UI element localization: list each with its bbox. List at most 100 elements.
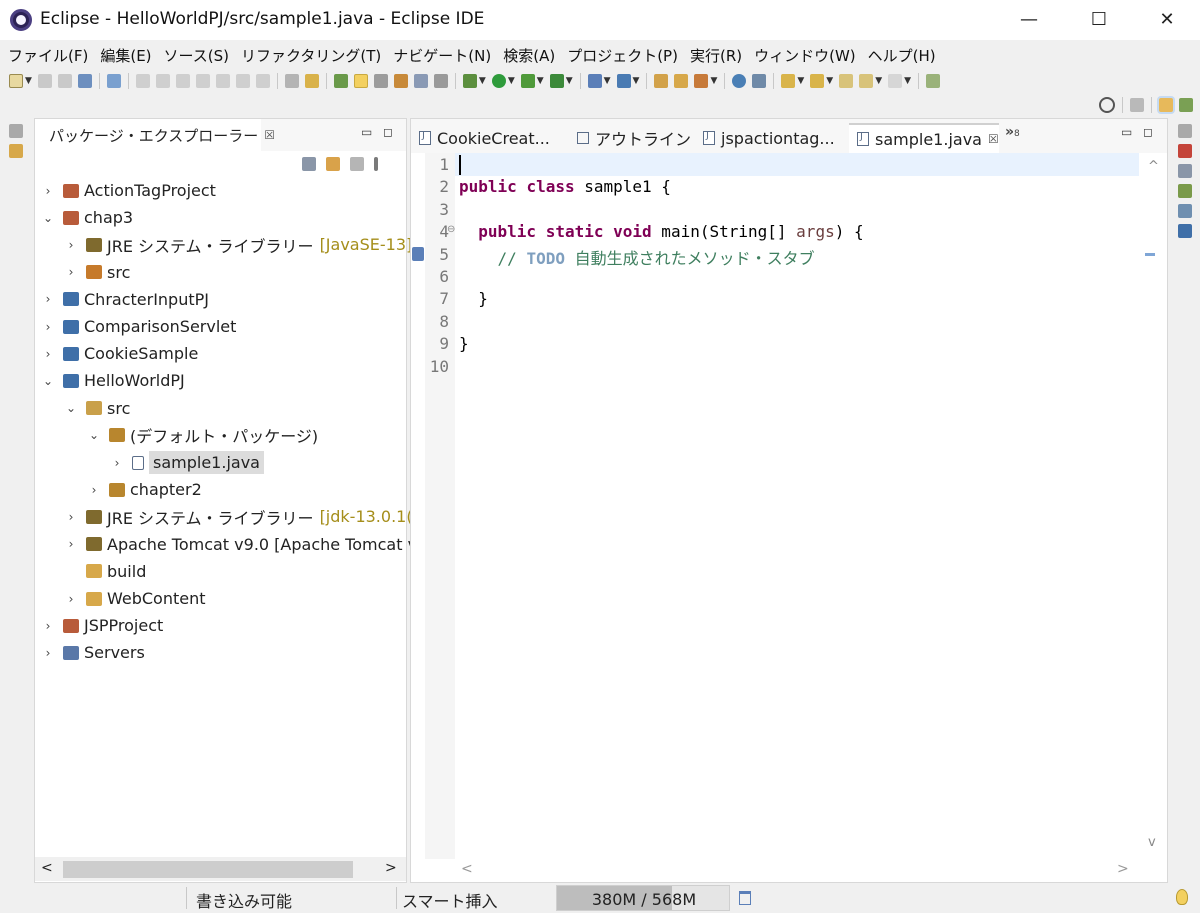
vertical-scrollbar[interactable]: ^ v — [1139, 153, 1167, 859]
tab-package-explorer[interactable]: パッケージ・エクスプローラー ☒ — [35, 119, 275, 151]
tree-item[interactable]: › JRE システム・ライブラリー [jdk-13.0.1(2)] — [64, 503, 436, 530]
show-whitespace-icon[interactable] — [413, 74, 428, 88]
expanded-chevron-icon[interactable]: ⌄ — [41, 374, 55, 388]
markers-icon[interactable] — [1178, 144, 1192, 158]
open-folder-icon[interactable] — [674, 74, 689, 88]
open-perspective-icon[interactable] — [1130, 98, 1144, 112]
tree-item[interactable]: › ActionTagProject — [41, 177, 216, 204]
tab-cookiecreat[interactable]: CookieCreat... — [411, 123, 558, 153]
debug-icon[interactable] — [462, 74, 477, 88]
suspend-icon[interactable] — [155, 74, 170, 88]
menu-source[interactable]: ソース(S) — [164, 45, 229, 66]
collapsed-chevron-icon[interactable]: › — [87, 483, 101, 497]
tree-item[interactable]: › ChracterInputPJ — [41, 286, 209, 313]
back-icon[interactable] — [859, 74, 874, 88]
expanded-chevron-icon[interactable]: ⌄ — [64, 401, 78, 415]
collapsed-chevron-icon[interactable]: › — [41, 292, 55, 306]
menu-navigate[interactable]: ナビゲート(N) — [393, 45, 491, 66]
collapsed-chevron-icon[interactable]: › — [41, 347, 55, 361]
chevron-down-icon[interactable]: ▼ — [25, 76, 32, 86]
code-area[interactable]: public class sample1 { public static voi… — [455, 153, 1139, 859]
collapsed-chevron-icon[interactable]: › — [41, 619, 55, 633]
disconnect-icon[interactable] — [195, 74, 210, 88]
collapse-all-icon[interactable] — [302, 157, 316, 171]
menu-refactor[interactable]: リファクタリング(T) — [241, 45, 381, 66]
maximize-icon[interactable]: ◻ — [383, 125, 393, 139]
search-icon[interactable] — [1099, 97, 1115, 113]
tree-item[interactable]: › chapter2 — [87, 476, 202, 503]
horizontal-scrollbar[interactable]: < > — [35, 857, 406, 881]
scrollbar-thumb[interactable] — [63, 861, 353, 878]
tree-item[interactable]: ⌄ src — [64, 395, 130, 422]
scroll-right-icon[interactable]: > — [1117, 861, 1129, 877]
run-icon[interactable] — [491, 74, 506, 88]
maximize-icon[interactable]: ◻ — [1143, 125, 1153, 139]
chevron-down-icon[interactable]: ▼ — [710, 76, 717, 86]
new-class-icon[interactable] — [616, 74, 631, 88]
highlight-icon[interactable] — [353, 74, 368, 88]
save-all-icon[interactable] — [57, 74, 72, 88]
launch-icon[interactable] — [694, 74, 709, 88]
menu-help[interactable]: ヘルプ(H) — [868, 45, 936, 66]
project-explorer-icon[interactable] — [9, 144, 23, 158]
tree-item[interactable]: › CookieSample — [41, 340, 199, 367]
tab-overflow-button[interactable]: »8 — [1005, 124, 1020, 140]
toggle-mark-occurrences-icon[interactable] — [333, 74, 348, 88]
collapsed-chevron-icon[interactable]: › — [64, 592, 78, 606]
skip-breakpoints-icon[interactable] — [106, 74, 121, 88]
tab-outline[interactable]: アウトライン — [569, 123, 699, 153]
collapsed-chevron-icon[interactable]: › — [64, 238, 78, 252]
tree-item[interactable]: › sample1.java — [110, 449, 264, 476]
previous-annotation-icon[interactable] — [810, 74, 825, 88]
scroll-left-icon[interactable]: < — [41, 860, 53, 876]
tree-item[interactable]: › Servers — [41, 639, 145, 666]
menu-window[interactable]: ウィンドウ(W) — [754, 45, 856, 66]
data-source-icon[interactable] — [1178, 204, 1192, 218]
view-menu-icon[interactable] — [374, 157, 378, 171]
collapsed-chevron-icon[interactable]: › — [64, 510, 78, 524]
search-flash-icon[interactable] — [752, 74, 767, 88]
scroll-up-icon[interactable]: ^ — [1148, 159, 1159, 174]
java-ee-perspective-icon[interactable] — [1159, 98, 1173, 112]
menu-search[interactable]: 検索(A) — [503, 45, 555, 66]
chevron-down-icon[interactable]: ▼ — [633, 76, 640, 86]
tree-item[interactable]: › JRE システム・ライブラリー [JavaSE-13] — [64, 231, 413, 258]
tree-item[interactable]: › ComparisonServlet — [41, 313, 237, 340]
tree-item[interactable]: › WebContent — [64, 585, 206, 612]
link-with-editor-icon[interactable] — [326, 157, 340, 171]
chevron-down-icon[interactable]: ▼ — [604, 76, 611, 86]
forward-icon[interactable] — [888, 74, 903, 88]
trash-icon[interactable] — [739, 891, 751, 905]
last-edit-icon[interactable] — [839, 74, 854, 88]
servers-icon[interactable] — [1178, 184, 1192, 198]
coverage-icon[interactable] — [520, 74, 535, 88]
chevron-down-icon[interactable]: ▼ — [875, 76, 882, 86]
collapsed-chevron-icon[interactable]: › — [110, 456, 124, 470]
scroll-down-icon[interactable]: v — [1148, 835, 1156, 850]
step-into-icon[interactable] — [215, 74, 230, 88]
step-return-icon[interactable] — [255, 74, 270, 88]
collapsed-chevron-icon[interactable]: › — [41, 646, 55, 660]
breadcrumb-icon[interactable] — [373, 74, 388, 88]
expanded-chevron-icon[interactable]: ⌄ — [87, 428, 101, 442]
chevron-down-icon[interactable]: ▼ — [826, 76, 833, 86]
chevron-down-icon[interactable]: ▼ — [904, 76, 911, 86]
properties-icon[interactable] — [1178, 164, 1192, 178]
task-marker-icon[interactable] — [412, 247, 424, 261]
expanded-chevron-icon[interactable]: ⌄ — [41, 211, 55, 225]
save-icon[interactable] — [37, 74, 52, 88]
heap-status[interactable]: 380M / 568M — [556, 885, 730, 911]
chevron-down-icon[interactable]: ▼ — [479, 76, 486, 86]
restore-icon[interactable] — [9, 124, 23, 138]
menu-run[interactable]: 実行(R) — [690, 45, 742, 66]
collapsed-chevron-icon[interactable]: › — [64, 537, 78, 551]
pilcrow-icon[interactable] — [433, 74, 448, 88]
restore-icon[interactable] — [1178, 124, 1192, 138]
drop-to-frame-icon[interactable] — [284, 74, 299, 88]
block-selection-icon[interactable] — [393, 74, 408, 88]
resume-icon[interactable] — [135, 74, 150, 88]
horizontal-scrollbar[interactable]: < > — [455, 859, 1139, 882]
java-perspective-icon[interactable] — [1179, 98, 1193, 112]
tree-item[interactable]: ⌄ (デフォルト・パッケージ) — [87, 422, 318, 449]
next-annotation-icon[interactable] — [781, 74, 796, 88]
